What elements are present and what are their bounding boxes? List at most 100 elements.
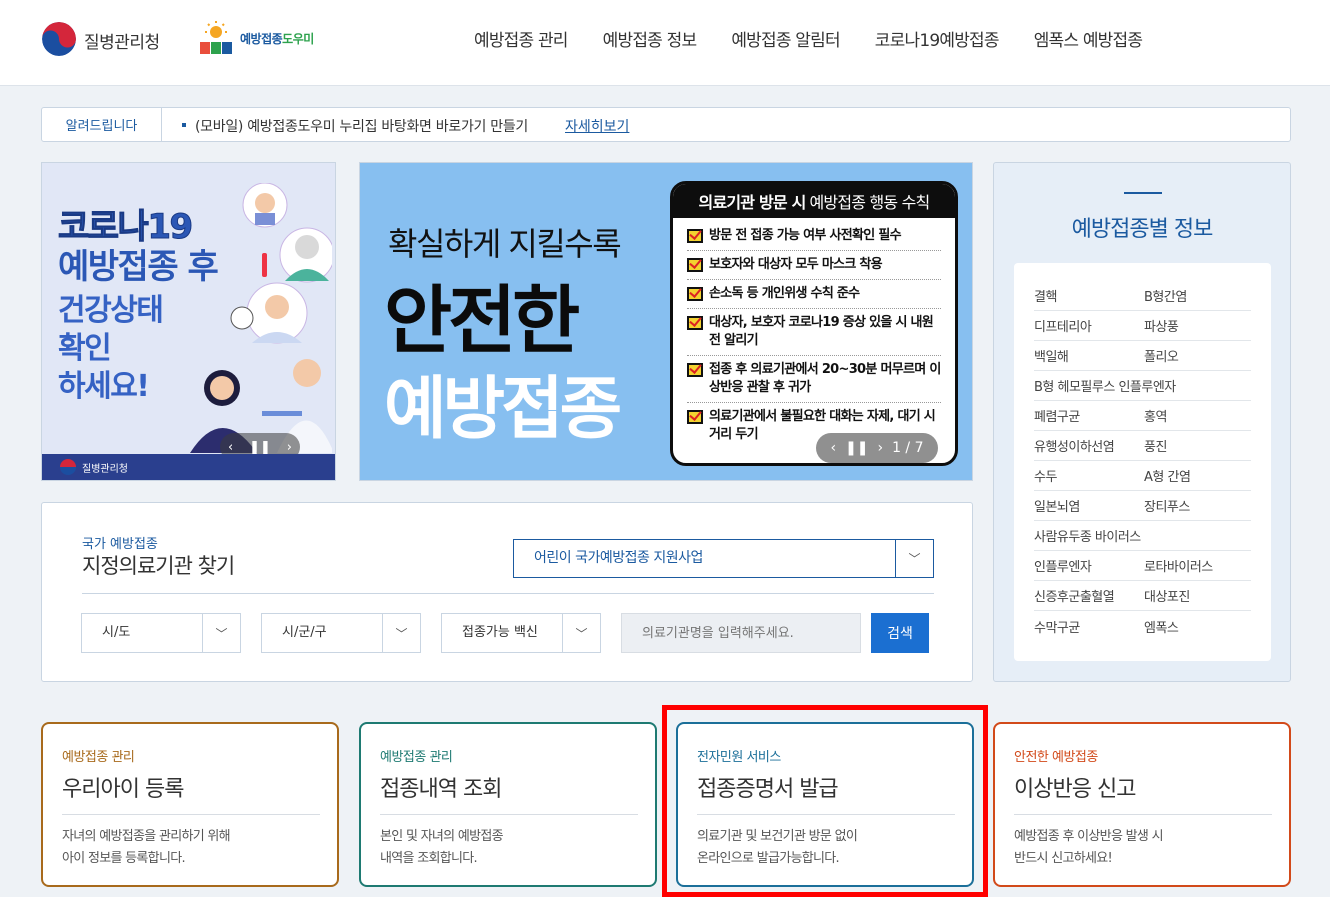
banner-title-blue: 예방접종 xyxy=(384,370,622,449)
card-category: 예방접종 관리 xyxy=(380,750,453,765)
search-title: 지정의료기관 찾기 xyxy=(82,554,235,578)
card-description: 예방접종 후 이상반응 발생 시 반드시 신고하세요! xyxy=(1014,826,1164,870)
card-certificate-issue[interactable]: 전자민원 서비스 접종증명서 발급 의료기관 및 보건기관 방문 없이 온라인으로… xyxy=(676,722,974,887)
card-category: 예방접종 관리 xyxy=(62,750,135,765)
site-name-a: 예방접종 xyxy=(240,32,283,46)
rule-text: 대상자, 보호자 코로나19 증상 있을 시 내원 전 알리기 xyxy=(709,315,934,348)
pause-icon[interactable]: ❚❚ xyxy=(249,440,271,455)
rule-item: 접종 후 의료기관에서 20~30분 머무르며 이상반응 관찰 후 귀가 xyxy=(687,356,941,403)
search-button[interactable]: 검색 xyxy=(871,613,929,653)
notice-bar: 알려드립니다 (모바일) 예방접종도우미 누리집 바탕화면 바로가기 만들기 자… xyxy=(41,107,1291,142)
vaccine-select-value: 접종가능 백신 xyxy=(462,625,538,640)
vaccine-link[interactable]: B형 헤모필루스 인플루엔자 xyxy=(1034,376,1176,395)
main-nav: 예방접종 관리 예방접종 정보 예방접종 알림터 코로나19예방접종 엠폭스 예… xyxy=(474,26,1143,51)
chevron-down-icon[interactable]: ﹀ xyxy=(895,540,933,577)
rules-card-title: 의료기관 방문 시 예방접종 행동 수칙 xyxy=(673,184,955,218)
vaccine-link[interactable]: 폴리오 xyxy=(1144,346,1179,365)
vaccine-link[interactable]: 수막구균 xyxy=(1034,617,1144,636)
rules-card-title-bold: 의료기관 방문 시 xyxy=(698,193,807,212)
vaccine-row: 유행성이하선염 풍진 xyxy=(1034,431,1251,461)
vaccine-list: 결핵 B형간염 디프테리아 파상풍 백일해 폴리오 B형 헤모필루스 인플루엔자 폐렴… xyxy=(1014,263,1271,661)
vaccine-link[interactable]: 신증후군출혈열 xyxy=(1034,586,1144,605)
vaccine-link[interactable]: 디프테리아 xyxy=(1034,316,1144,335)
rule-item: 손소독 등 개인위생 수칙 준수 xyxy=(687,280,941,309)
chevron-down-icon: ﹀ xyxy=(562,614,600,652)
site-name[interactable]: 예방접종도우미 xyxy=(240,30,314,47)
program-select[interactable]: 어린이 국가예방접종 지원사업 ﹀ xyxy=(513,539,934,578)
vaccine-info-panel: 예방접종별 정보 결핵 B형간염 디프테리아 파상풍 백일해 폴리오 B형 헤모필루스… xyxy=(993,162,1291,682)
vaccine-link[interactable]: 로타바이러스 xyxy=(1144,556,1213,575)
chevron-right-icon[interactable]: › xyxy=(287,440,292,455)
banner-footer-text: 질병관리청 xyxy=(82,464,128,475)
card-desc-line: 온라인으로 발급가능합니다. xyxy=(697,851,840,866)
card-adverse-report[interactable]: 안전한 예방접종 이상반응 신고 예방접종 후 이상반응 발생 시 반드시 신고하… xyxy=(993,722,1291,887)
sigungu-select[interactable]: 시/군/구 ﹀ xyxy=(261,613,421,653)
banner-line5: 하세요! xyxy=(58,369,150,404)
card-divider xyxy=(1014,814,1272,815)
vaccine-link[interactable]: A형 간염 xyxy=(1144,466,1191,485)
clinic-name-input[interactable] xyxy=(621,613,861,653)
vaccine-link[interactable]: 유행성이하선염 xyxy=(1034,436,1144,455)
vaccine-link[interactable]: 풍진 xyxy=(1144,436,1167,455)
notice-text[interactable]: (모바일) 예방접종도우미 누리집 바탕화면 바로가기 만들기 xyxy=(195,116,528,136)
sido-select-value: 시/도 xyxy=(102,625,131,640)
vaccine-row: 일본뇌염 장티푸스 xyxy=(1034,491,1251,521)
pause-icon[interactable]: ❚❚ xyxy=(845,440,868,456)
chevron-left-icon[interactable]: ‹ xyxy=(228,440,233,455)
nav-vaccination-notice[interactable]: 예방접종 알림터 xyxy=(731,26,840,51)
kdca-logo-icon[interactable] xyxy=(42,22,76,56)
banner-main-controls: ‹ ❚❚ › 1 / 7 xyxy=(816,433,938,463)
vaccine-link[interactable]: 사람유두종 바이러스 xyxy=(1034,526,1144,545)
vaccine-link[interactable]: 결핵 xyxy=(1034,286,1144,305)
safety-banner[interactable]: 확실하게 지킬수록 안전한 예방접종 의료기관 방문 시 예방접종 행동 수칙 방… xyxy=(359,162,973,481)
nav-vaccination-management[interactable]: 예방접종 관리 xyxy=(474,26,568,51)
card-desc-line: 아이 정보를 등록합니다. xyxy=(62,851,186,866)
vaccine-link[interactable]: 파상풍 xyxy=(1144,316,1179,335)
checkbox-icon xyxy=(687,363,703,377)
vaccine-info-title: 예방접종별 정보 xyxy=(1071,217,1214,242)
vaccine-link[interactable]: 폐렴구균 xyxy=(1034,406,1144,425)
checkbox-icon xyxy=(687,316,703,330)
nip-logo-icon[interactable] xyxy=(196,20,236,56)
vaccine-link[interactable]: 엠폭스 xyxy=(1144,617,1179,636)
vaccine-select[interactable]: 접종가능 백신 ﹀ xyxy=(441,613,601,653)
nav-vaccination-info[interactable]: 예방접종 정보 xyxy=(603,26,697,51)
vaccine-row: 디프테리아 파상풍 xyxy=(1034,311,1251,341)
card-description: 자녀의 예방접종을 관리하기 위해 아이 정보를 등록합니다. xyxy=(62,826,231,870)
card-title: 우리아이 등록 xyxy=(62,777,184,802)
checkbox-icon xyxy=(687,287,703,301)
banner-title: 안전한 xyxy=(384,278,580,364)
banner-pager: 1 / 7 xyxy=(892,440,924,456)
card-register-child[interactable]: 예방접종 관리 우리아이 등록 자녀의 예방접종을 관리하기 위해 아이 정보를 … xyxy=(41,722,339,887)
nav-covid19-vaccination[interactable]: 코로나19예방접종 xyxy=(875,26,1000,51)
covid-banner[interactable]: 코로나19 예방접종 후 건강상태 확인 하세요! ‹ ❚❚ › 질병관리청 xyxy=(41,162,336,481)
chevron-down-icon: ﹀ xyxy=(382,614,420,652)
card-history-lookup[interactable]: 예방접종 관리 접종내역 조회 본인 및 자녀의 예방접종 내역을 조회합니다. xyxy=(359,722,657,887)
card-title: 접종증명서 발급 xyxy=(697,777,839,802)
vaccine-link[interactable]: 일본뇌염 xyxy=(1034,496,1144,515)
chevron-right-icon[interactable]: › xyxy=(878,440,884,456)
notice-detail-link[interactable]: 자세히보기 xyxy=(565,116,629,136)
rule-text: 방문 전 접종 가능 여부 사전확인 필수 xyxy=(709,228,902,243)
header: 질병관리청 예방접종도우미 예방접종 관리 예방접종 정보 예방접종 알림터 코… xyxy=(0,0,1330,86)
sido-select[interactable]: 시/도 ﹀ xyxy=(81,613,241,653)
vaccine-link[interactable]: 장티푸스 xyxy=(1144,496,1190,515)
vaccine-row: 폐렴구균 홍역 xyxy=(1034,401,1251,431)
nav-mpox-vaccination[interactable]: 엠폭스 예방접종 xyxy=(1034,26,1143,51)
checkbox-icon xyxy=(687,410,703,424)
vaccine-link[interactable]: 대상포진 xyxy=(1144,586,1190,605)
vaccine-link[interactable]: 홍역 xyxy=(1144,406,1167,425)
vaccine-link[interactable]: 수두 xyxy=(1034,466,1144,485)
vaccine-link[interactable]: B형간염 xyxy=(1144,286,1187,305)
org-name[interactable]: 질병관리청 xyxy=(84,28,160,53)
card-desc-line: 반드시 신고하세요! xyxy=(1014,851,1113,866)
checkbox-icon xyxy=(687,229,703,243)
vaccine-link[interactable]: 백일해 xyxy=(1034,346,1144,365)
chevron-left-icon[interactable]: ‹ xyxy=(830,440,836,456)
rule-text: 접종 후 의료기관에서 20~30분 머무르며 이상반응 관찰 후 귀가 xyxy=(709,362,941,395)
notice-tag: 알려드립니다 xyxy=(42,108,162,141)
chevron-down-icon: ﹀ xyxy=(202,614,240,652)
vaccine-link[interactable]: 인플루엔자 xyxy=(1034,556,1144,575)
banner-footer: 질병관리청 xyxy=(42,454,335,480)
divider xyxy=(82,593,934,594)
